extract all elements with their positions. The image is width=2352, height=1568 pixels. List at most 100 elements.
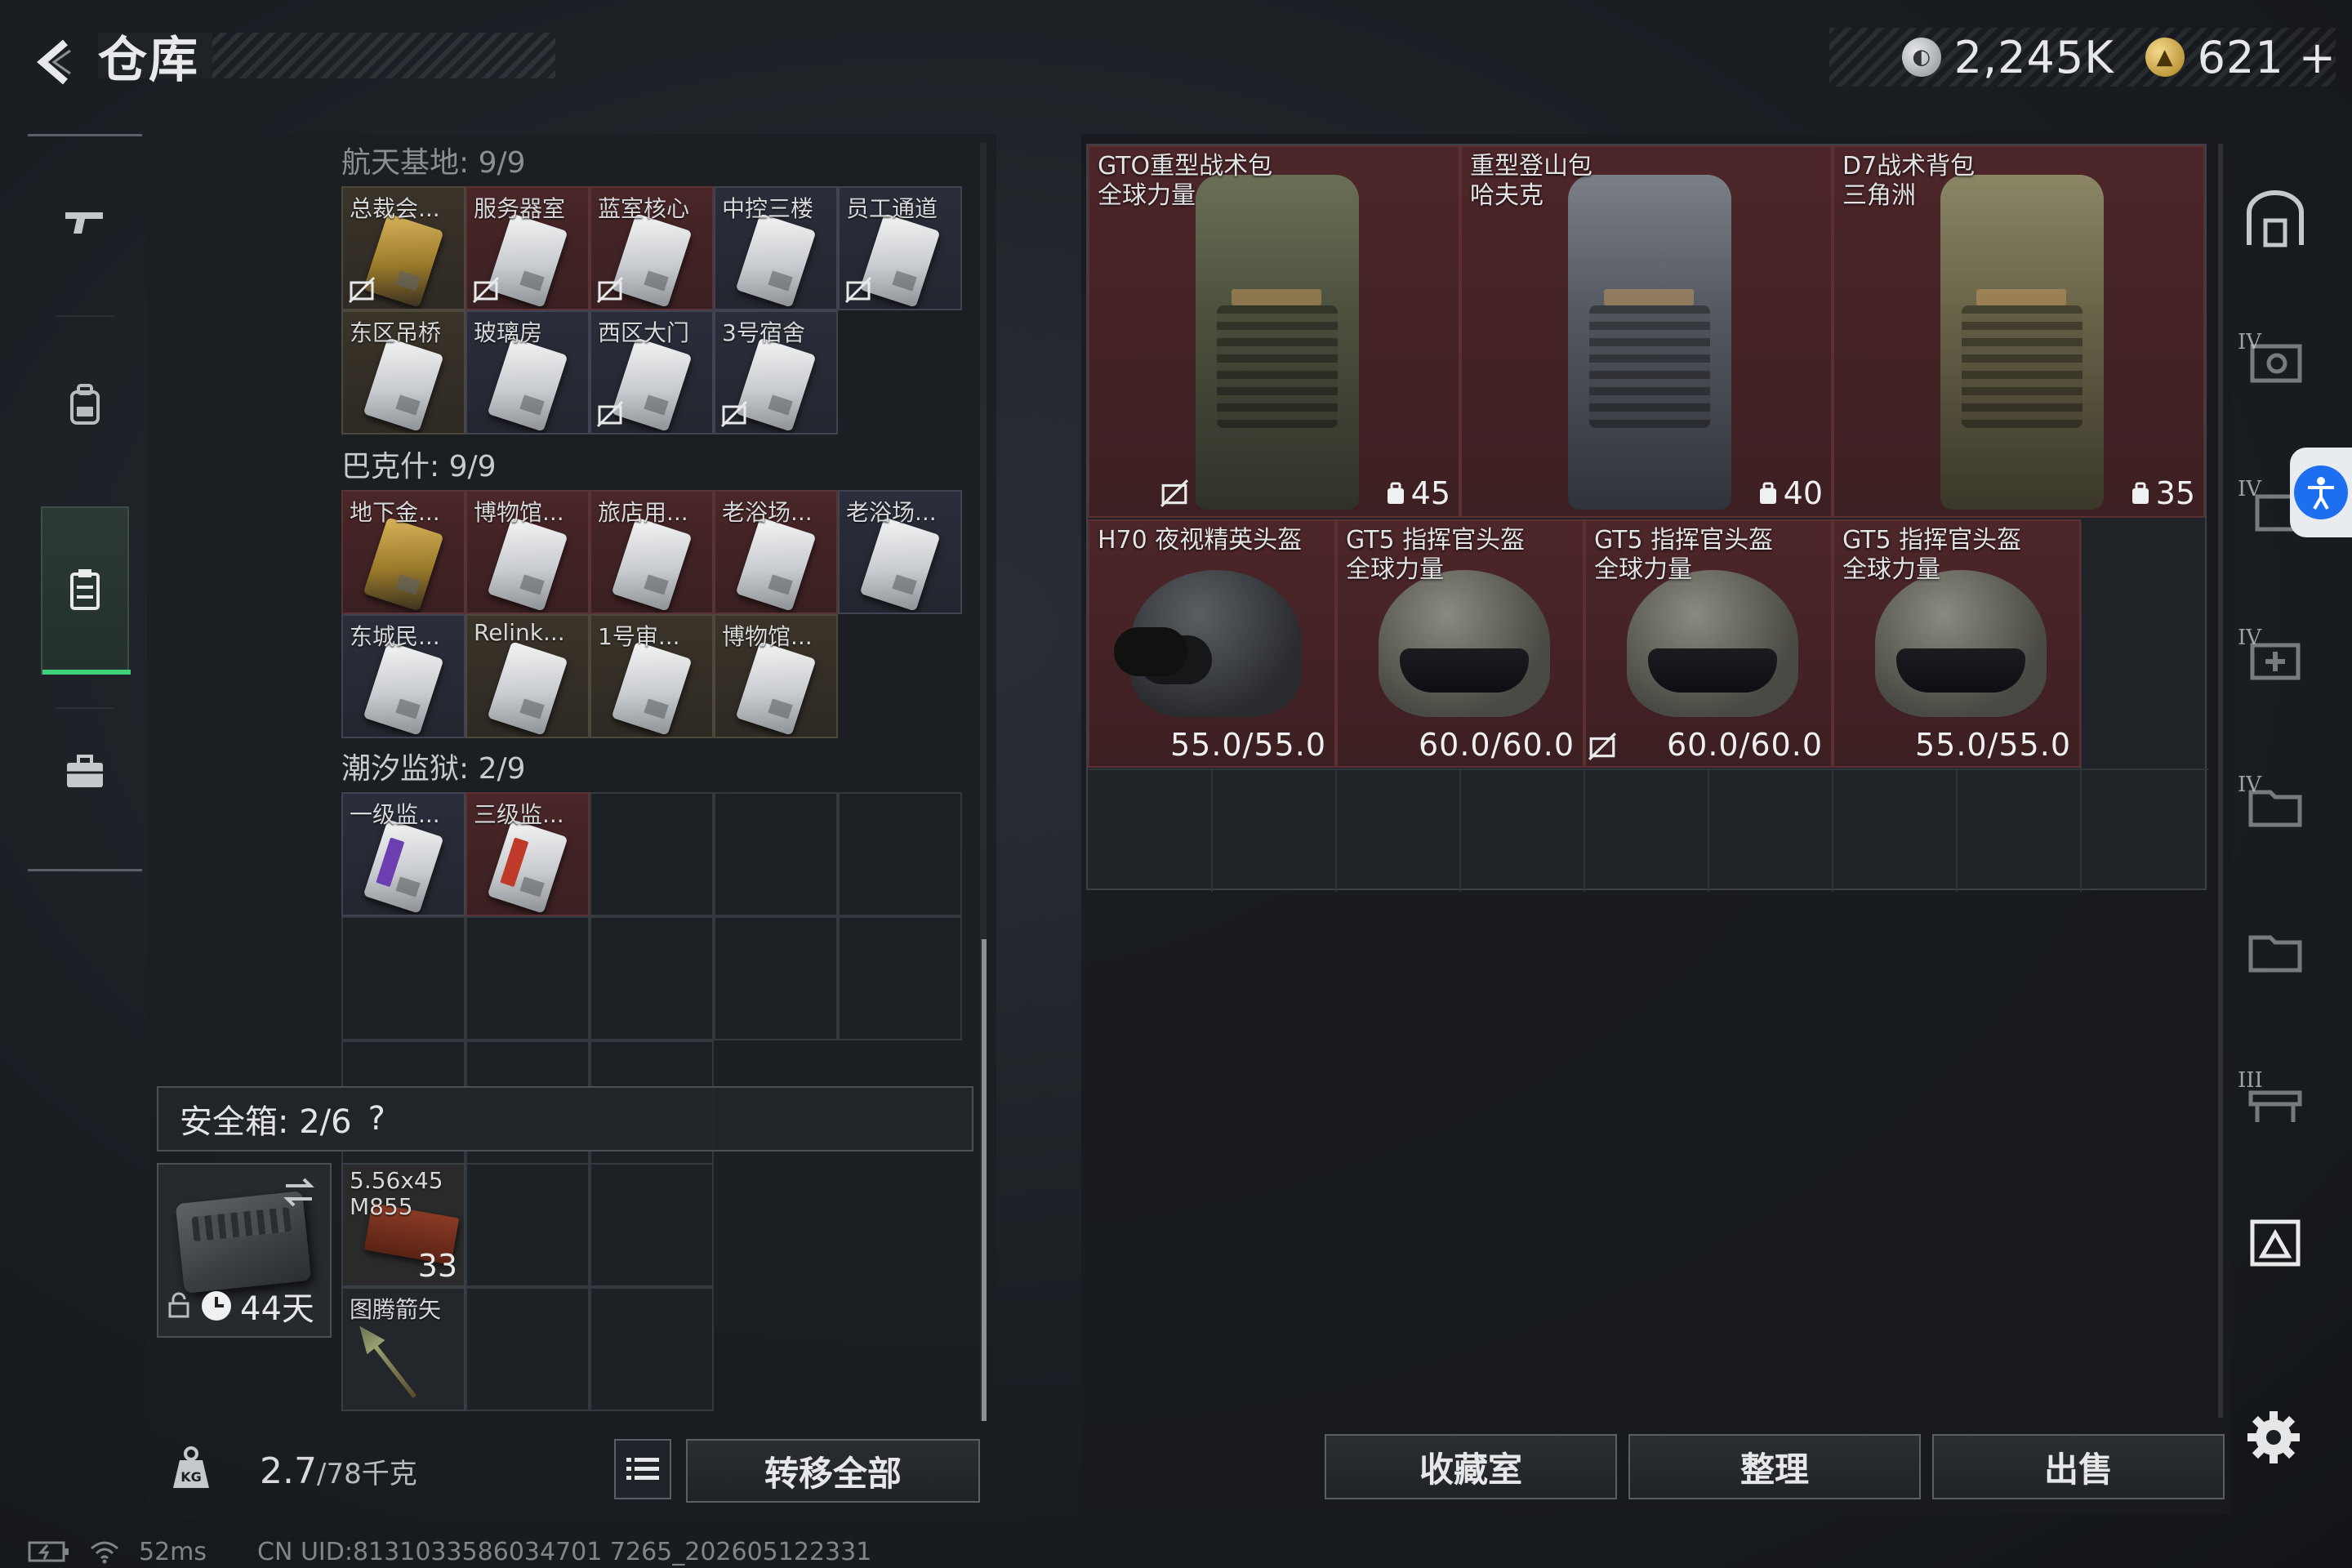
keycard-item[interactable]: 总裁会... (341, 186, 466, 310)
user-uid: CN UID:8131033586034701 7265_20260512233… (257, 1537, 872, 1566)
item-name: 服务器室 (474, 195, 566, 222)
rail-gallery[interactable] (2239, 1207, 2311, 1279)
section-label-bakhsh: 巴克什: 9/9 (341, 450, 497, 483)
safe-slot-empty[interactable] (466, 1287, 590, 1411)
transfer-all-button[interactable]: 转移全部 (686, 1439, 980, 1503)
page-title: 仓库 (98, 31, 199, 89)
keycard-item[interactable]: 一级监... (341, 792, 466, 916)
stash-slot-empty[interactable] (838, 792, 962, 916)
gallery-icon (2250, 1219, 2301, 1267)
keycard-image (363, 819, 444, 914)
help-button[interactable]: ? (368, 1100, 385, 1138)
nav-storage[interactable] (41, 506, 131, 675)
collection-room-button[interactable]: 收藏室 (1325, 1434, 1617, 1499)
nav-backpack[interactable] (41, 361, 129, 449)
keycard-image (363, 641, 444, 736)
safe-slot-empty[interactable] (590, 1163, 714, 1287)
capacity-icon (1759, 482, 1776, 504)
safe-slot-empty[interactable] (590, 1287, 714, 1411)
capacity-icon (1387, 482, 1404, 504)
helmet-slot[interactable]: GT5 指挥官头盔 全球力量 60.0/60.0 (1336, 519, 1584, 768)
stash-slot-empty[interactable] (714, 792, 838, 916)
rail-medical[interactable] (2239, 622, 2311, 694)
accessibility-button[interactable] (2290, 448, 2352, 537)
backpack-slot[interactable]: GTO重型战术包 全球力量 45 (1088, 145, 1460, 518)
durability: 60.0/60.0 (1666, 727, 1823, 763)
keycard-item[interactable]: 博物馆... (466, 490, 590, 614)
stash-slot-empty[interactable] (590, 792, 714, 916)
sell-button[interactable]: 出售 (1932, 1434, 2225, 1499)
rail-folder-2[interactable] (2239, 915, 2311, 987)
no-trade-icon (596, 276, 624, 304)
helmet-image (1379, 570, 1550, 717)
keycard-item[interactable]: 服务器室 (466, 186, 590, 310)
stash-scrollbar-thumb[interactable] (982, 939, 987, 1421)
organize-button[interactable]: 整理 (1628, 1434, 1921, 1499)
nav-toolbox[interactable] (41, 728, 129, 817)
backpack-slot[interactable]: D7战术背包 三角洲 35 (1833, 145, 2205, 518)
ammo-count: 33 (417, 1248, 457, 1284)
helmet-slot[interactable]: GT5 指挥官头盔 全球力量 55.0/55.0 (1833, 519, 2081, 768)
safe-slot-empty[interactable] (466, 1163, 590, 1287)
stash-slot-empty[interactable] (714, 916, 838, 1040)
rail-workbench[interactable] (2239, 1065, 2311, 1137)
stash-slot-empty[interactable] (590, 916, 714, 1040)
keycard-item[interactable]: 博物馆... (714, 614, 838, 738)
backpack-image (1196, 175, 1359, 510)
keycard-image (487, 819, 568, 914)
helmet-slot[interactable]: GT5 指挥官头盔 全球力量 60.0/60.0 (1584, 519, 1833, 768)
stash-slot-empty[interactable] (838, 916, 962, 1040)
keycard-image (611, 641, 693, 736)
rail-folder-1[interactable] (2239, 769, 2311, 841)
item-name: 三级监... (474, 801, 564, 828)
safe-box-card[interactable]: 44天 (157, 1163, 332, 1338)
keycard-item[interactable]: 东区吊桥 (341, 310, 466, 434)
safe-item-arrow[interactable]: 图腾箭矢 (341, 1287, 466, 1411)
keycard-image (735, 641, 817, 736)
safe-box-days: 44天 (240, 1290, 314, 1328)
briefcase-icon (67, 755, 103, 787)
swap-icon[interactable] (279, 1173, 318, 1212)
keycard-item[interactable]: 中控三楼 (714, 186, 838, 310)
stash-slot-empty[interactable] (466, 916, 590, 1040)
keycard-item[interactable]: 三级监... (466, 792, 590, 916)
keycard-item[interactable]: 东城民... (341, 614, 466, 738)
keycard-item[interactable]: 西区大门 (590, 310, 714, 434)
backpack-image (1568, 175, 1731, 510)
helmet-slot[interactable]: H70 夜视精英头盔 55.0/55.0 (1088, 519, 1336, 768)
item-name: 东城民... (350, 623, 440, 650)
keycard-item[interactable]: 蓝室核心 (590, 186, 714, 310)
list-view-button[interactable] (614, 1439, 671, 1499)
stash-slot-empty[interactable] (341, 916, 466, 1040)
weight-bar: KG 2.7/78千克 转移全部 (147, 1421, 996, 1519)
keycard-item[interactable]: Relink... (466, 614, 590, 738)
keycard-item[interactable]: 员工通道 (838, 186, 962, 310)
settings-gear-icon[interactable] (2244, 1408, 2303, 1467)
keycard-item[interactable]: 旅店用... (590, 490, 714, 614)
right-rail-track (2218, 144, 2223, 1418)
keycard-item[interactable]: 1号审... (590, 614, 714, 738)
keycard-item[interactable]: 老浴场... (714, 490, 838, 614)
add-currency-button[interactable]: + (2299, 32, 2336, 83)
rail-safe-upgrade[interactable] (2239, 327, 2311, 399)
safe-item-ammo[interactable]: 5.56x45 M855 33 (341, 1163, 466, 1287)
keycard-item[interactable]: 玻璃房 (466, 310, 590, 434)
item-name: GTO重型战术包 全球力量 (1098, 152, 1273, 210)
item-name: GT5 指挥官头盔 全球力量 (1346, 526, 1526, 584)
item-name: 玻璃房 (474, 319, 543, 346)
item-name: 员工通道 (846, 195, 938, 222)
keycard-item[interactable]: 3号宿舍 (714, 310, 838, 434)
nav-weapons[interactable] (41, 178, 129, 266)
rail-hideout[interactable] (2239, 185, 2311, 256)
no-trade-icon (472, 276, 500, 304)
keycard-item[interactable]: 老浴场... (838, 490, 962, 614)
keycard-image (487, 641, 568, 736)
section-label-tide-prison: 潮汐监狱: 2/9 (341, 752, 526, 786)
keycard-item[interactable]: 地下金... (341, 490, 466, 614)
capacity-icon (2132, 482, 2149, 504)
battery-icon (28, 1541, 69, 1562)
item-name: 一级监... (350, 801, 440, 828)
safe-box-header: 安全箱: 2/6 ? (157, 1086, 973, 1152)
back-button[interactable] (23, 29, 88, 95)
backpack-slot[interactable]: 重型登山包 哈夫克 40 (1460, 145, 1833, 518)
